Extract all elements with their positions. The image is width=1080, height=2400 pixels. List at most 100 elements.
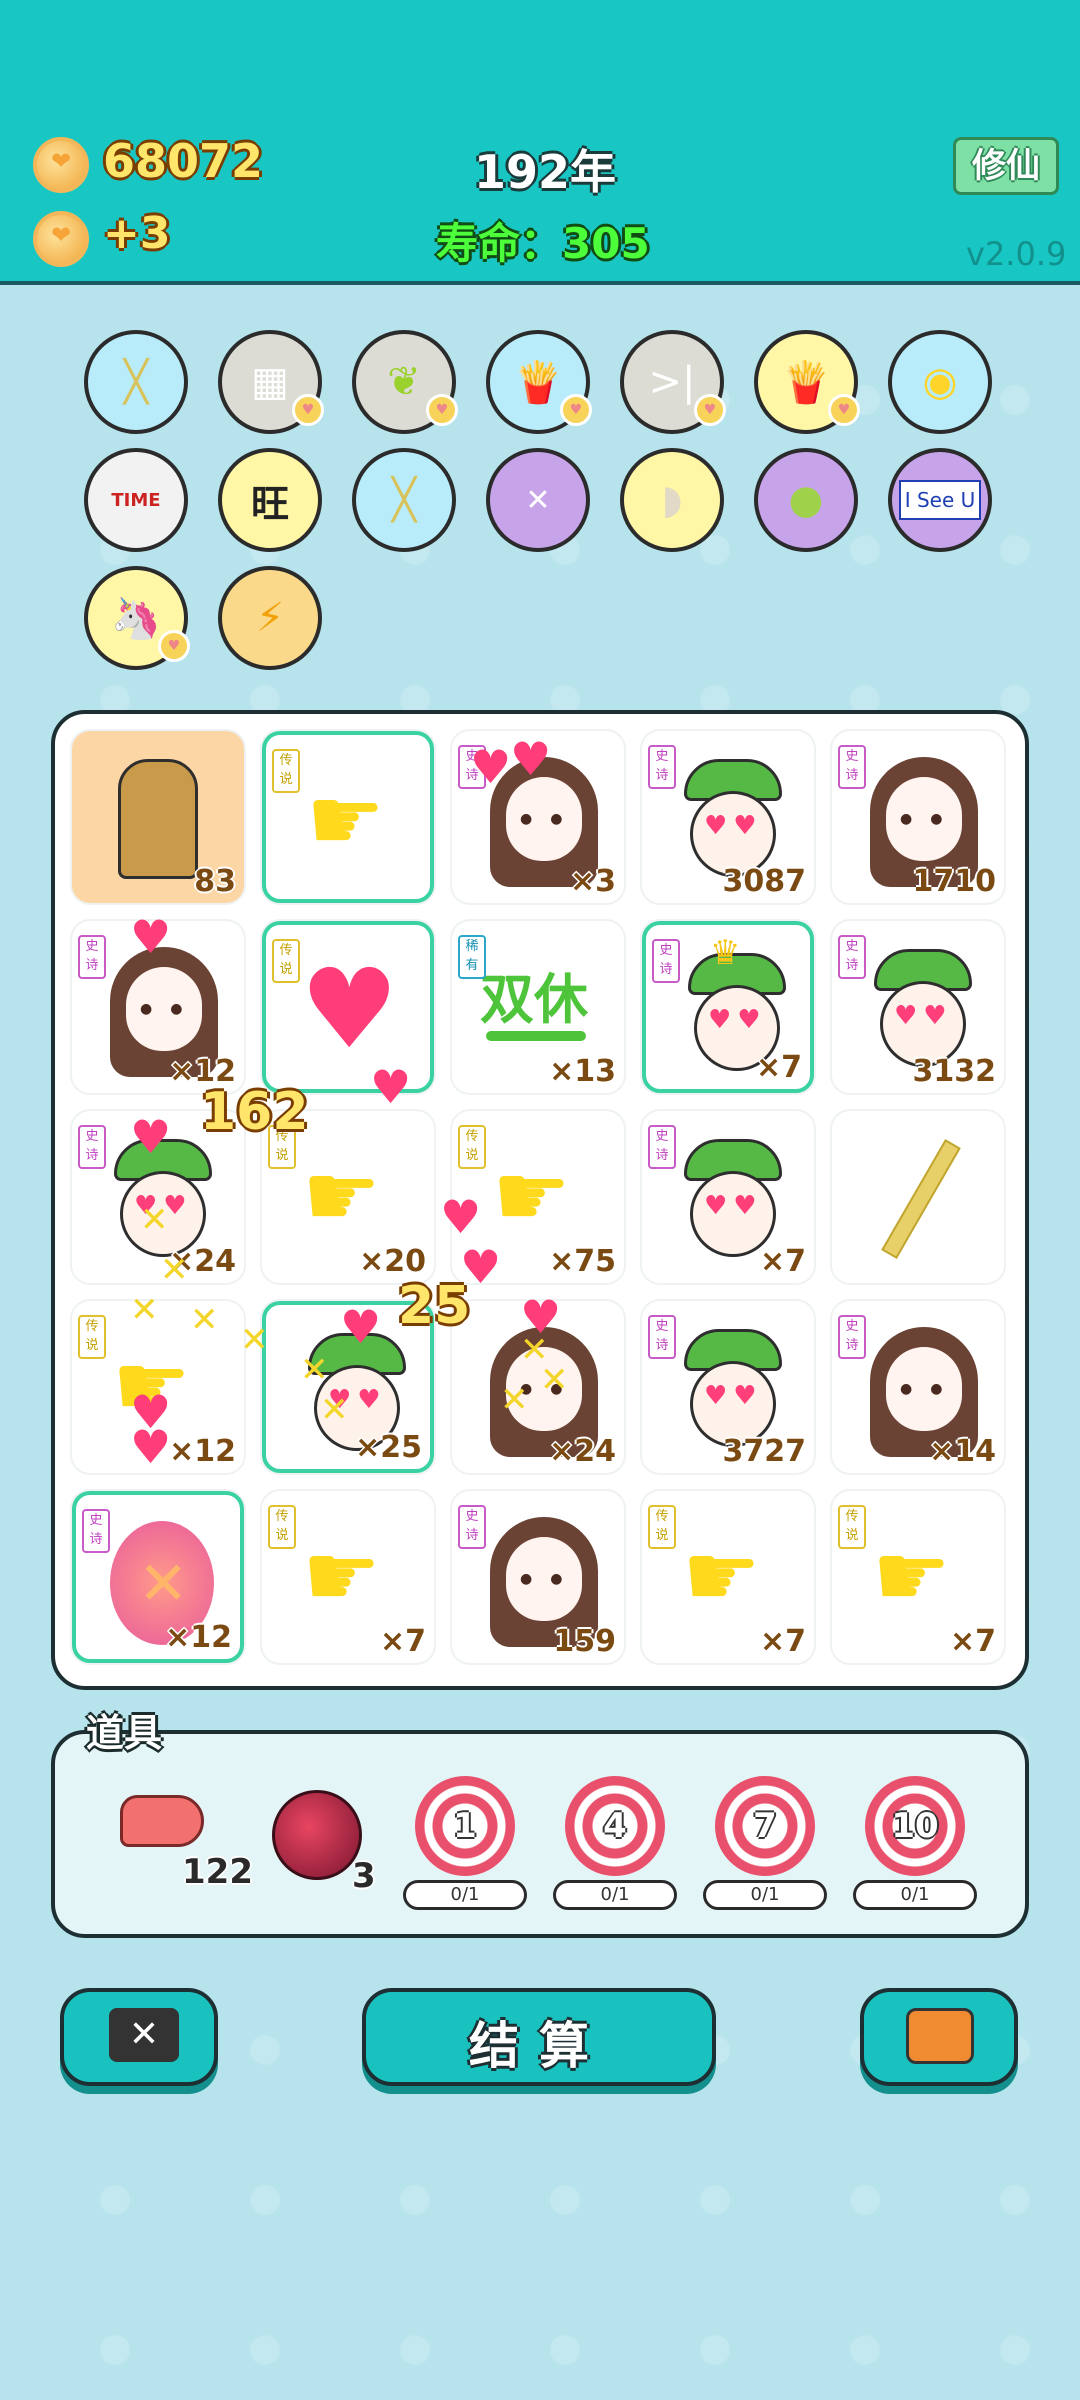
skip-icon[interactable]: >| ♥: [620, 330, 726, 434]
tile-count: ×7: [759, 1624, 806, 1659]
board-tile[interactable]: ♥♥ 史诗 ×7: [642, 1111, 814, 1283]
target-3-icon[interactable]: 10: [865, 1776, 965, 1876]
tile-count: 3087: [722, 864, 807, 899]
lifespan-display: 寿命：305: [436, 219, 650, 268]
board-tile[interactable]: ☛ 传说 ×7: [832, 1491, 1004, 1663]
rarity-tag: 史诗: [648, 1315, 676, 1359]
tile-count: ×7: [949, 1624, 996, 1659]
tile-count: ×20: [359, 1244, 426, 1279]
tile-count: ×75: [549, 1244, 616, 1279]
board-tile[interactable]: ●● 史诗 1710: [832, 731, 1004, 903]
tile-count: 1710: [912, 864, 997, 899]
liver-icon[interactable]: [120, 1795, 204, 1847]
sparkle-icon: ✕: [160, 1250, 189, 1290]
board-tile[interactable]: ♥♥ 史诗 3727: [642, 1301, 814, 1473]
rarity-tag: 传说: [648, 1505, 676, 1549]
chopstick-icon: [881, 1139, 961, 1259]
rarity-tag: 传说: [458, 1125, 486, 1169]
top-bar: 68072 +3 192年 寿命：305 修仙 v2.0.9: [0, 0, 1080, 283]
pointing-hand-icon: ☛: [492, 1144, 571, 1247]
pomelo-icon[interactable]: ●: [754, 448, 858, 552]
lightning-icon[interactable]: ⚡: [218, 566, 322, 670]
sparkle-icon: ✕: [190, 1300, 219, 1340]
version-label: v2.0.9: [966, 235, 1067, 273]
sparkle-icon: ✕: [500, 1380, 529, 1420]
heart-icon: ♥: [130, 1420, 172, 1474]
chopsticks-icon[interactable]: ╳: [352, 448, 456, 552]
bayberry-count: 3: [352, 1856, 376, 1896]
board-tile[interactable]: ●● 史诗 159: [452, 1491, 624, 1663]
rarity-tag: 传说: [78, 1315, 106, 1359]
tools-title: 道具: [86, 1711, 163, 1755]
sparkle-icon: ✕: [300, 1350, 329, 1390]
board-tile[interactable]: 83: [72, 731, 244, 903]
board-tile[interactable]: ☛ 传说 ×7: [262, 1491, 434, 1663]
tile-count: 3727: [722, 1434, 807, 1469]
isee-u-icon[interactable]: I See U: [888, 448, 992, 552]
coin-rate-icon: [33, 211, 89, 267]
sugar-cubes-icon[interactable]: ▦ ♥: [218, 330, 324, 434]
score-popup: 162: [200, 1082, 309, 1142]
rarity-tag: 史诗: [78, 1125, 106, 1169]
sparkle-icon: ✕: [140, 1200, 169, 1240]
rarity-tag: 传说: [272, 749, 300, 793]
board-tile[interactable]: ♥♥ 史诗 3132: [832, 921, 1004, 1093]
exit-button[interactable]: ✕: [60, 1988, 218, 2086]
board-tile[interactable]: ●● 史诗 ×14: [832, 1301, 1004, 1473]
settle-label: 结算: [469, 2017, 609, 2075]
coin-icon: [33, 137, 89, 193]
bayberry-icon[interactable]: [272, 1790, 362, 1880]
pointing-hand-icon: ☛: [872, 1524, 951, 1627]
board-tile[interactable]: ✕ 史诗 ×12: [72, 1491, 244, 1663]
leaf-icon[interactable]: ❦ ♥: [352, 330, 458, 434]
rice-cooker-icon[interactable]: ◉: [888, 330, 992, 434]
board-tile[interactable]: ♥♥ ♛ 史诗 ×7: [642, 921, 814, 1093]
coin-rate: +3: [103, 208, 171, 259]
tile-count: 3132: [912, 1054, 997, 1089]
header-divider: [0, 281, 1080, 285]
tile-count: 83: [194, 864, 236, 899]
coin-total: 68072: [103, 134, 264, 188]
target-1-icon[interactable]: 4: [565, 1776, 665, 1876]
sparkle-icon: ✕: [130, 1290, 159, 1330]
tile-count: 159: [553, 1624, 616, 1659]
pointing-hand-icon: ☛: [302, 1144, 381, 1247]
board-tile[interactable]: ☛ 传说 ×7: [642, 1491, 814, 1663]
tile-count: ×24: [549, 1434, 616, 1469]
target-progress: 0/1: [553, 1880, 677, 1910]
board-tile[interactable]: ☛ 传说: [262, 731, 434, 903]
board-tile[interactable]: [832, 1111, 1004, 1283]
rest-text: 双休: [480, 968, 588, 1031]
heart-icon: ♥: [440, 1190, 482, 1244]
tile-count: ×7: [755, 1050, 802, 1085]
fries-icon[interactable]: 🍟 ♥: [754, 330, 860, 434]
heart-icon: ♥: [340, 1300, 382, 1354]
rarity-tag: 史诗: [78, 935, 106, 979]
wang-text-icon[interactable]: 旺: [218, 448, 322, 552]
cultivate-button[interactable]: 修仙: [953, 137, 1059, 195]
unicorn-icon[interactable]: 🦄 ♥: [84, 566, 190, 670]
heart-icon: ♥: [470, 740, 512, 794]
tile-count: ×25: [355, 1430, 422, 1465]
heart-icon: ♥: [130, 1110, 172, 1164]
liver-count: 122: [182, 1852, 253, 1892]
shell-icon[interactable]: ◗: [620, 448, 724, 552]
briefcase-icon: [906, 2008, 974, 2064]
time-magazine-icon[interactable]: TIME: [84, 448, 188, 552]
chopsticks-icon[interactable]: ╳: [84, 330, 188, 434]
math-head-icon[interactable]: ✕: [486, 448, 590, 552]
board-tile[interactable]: 双休 稀有 ×13: [452, 921, 624, 1093]
rarity-tag: 传说: [838, 1505, 866, 1549]
target-2-icon[interactable]: 7: [715, 1776, 815, 1876]
bag-button[interactable]: [860, 1988, 1018, 2086]
tile-count: ×14: [929, 1434, 996, 1469]
fries-icon[interactable]: 🍟 ♥: [486, 330, 592, 434]
rarity-tag: 稀有: [458, 935, 486, 979]
tile-count: ×7: [759, 1244, 806, 1279]
board-tile[interactable]: ♥♥ 史诗 3087: [642, 731, 814, 903]
settle-button[interactable]: 结算: [362, 1988, 716, 2086]
target-0-icon[interactable]: 1: [415, 1776, 515, 1876]
tile-count: ×13: [549, 1054, 616, 1089]
rarity-tag: 史诗: [838, 935, 866, 979]
pointing-hand-icon: ☛: [302, 1524, 381, 1627]
